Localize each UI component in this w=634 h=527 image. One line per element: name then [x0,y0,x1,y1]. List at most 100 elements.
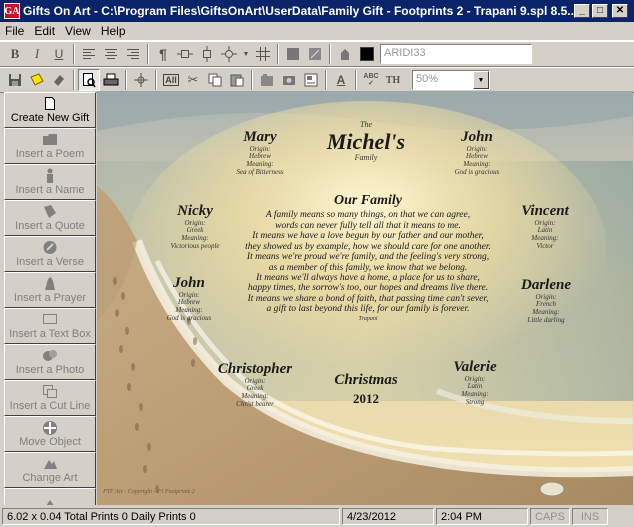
insert-cut-line-label: Insert a Cut Line [9,400,91,412]
underline-button[interactable]: U [48,43,70,65]
photo-edit-icon[interactable] [278,69,300,91]
zoom-dropdown-arrow-icon[interactable]: ▼ [473,71,489,89]
toolbar-separator [277,44,279,64]
cut-icon[interactable]: ✂ [182,69,204,91]
name-block-mary[interactable]: Mary Origin: Hebrew Meaning: Sea of Bitt… [235,129,285,176]
move-object-button[interactable]: Move Object [4,416,96,452]
caps-indicator: CAPS [530,508,570,525]
print-icon[interactable] [100,69,122,91]
name-mary: Mary [243,129,277,145]
name-block-nicky[interactable]: Nicky Origin: Greek Meaning: Victorious … [163,203,227,250]
name-block-darlene[interactable]: Darlene Origin: French Meaning: Little d… [517,277,575,324]
name-valerie-meaning: Strong [465,397,485,406]
name-block-john-top[interactable]: John Origin: Hebrew Meaning: God is grac… [446,129,508,176]
layout-icon[interactable] [300,69,322,91]
dropdown-arrow-icon[interactable]: ▼ [240,43,252,65]
toolbar-separator [155,70,157,90]
gift-canvas[interactable]: Mary Origin: Hebrew Meaning: Sea of Bitt… [97,91,633,505]
menu-edit[interactable]: Edit [29,24,60,38]
grid-icon[interactable] [252,43,274,65]
create-new-gift-button[interactable]: Create New Gift [4,92,96,128]
insert-prayer-button[interactable]: Insert a Prayer [4,272,96,308]
position-icon[interactable] [130,69,152,91]
name-block-christopher[interactable]: Christopher Origin: Greek Meaning: Chris… [215,361,295,408]
insert-cut-line-button[interactable]: Insert a Cut Line [4,380,96,416]
insert-verse-button[interactable]: Insert a Verse [4,236,96,272]
insert-verse-label: Insert a Verse [16,256,84,268]
italic-button[interactable]: I [26,43,48,65]
zoom-select[interactable]: 50% ▼ [412,70,490,90]
insert-quote-button[interactable]: Insert a Quote [4,200,96,236]
next-tool-button[interactable] [4,488,96,505]
align-right-icon[interactable] [122,43,144,65]
select-all-button[interactable]: All [160,69,182,91]
center-vertical-icon[interactable] [196,43,218,65]
change-art-button[interactable]: Change Art [4,452,96,488]
thesaurus-button[interactable]: TH [382,69,404,91]
text-color-swatch[interactable] [356,43,378,65]
spell-check-label: ABC [363,73,379,80]
poem-line: It means we share a bond of faith, that … [247,293,489,304]
family-sub: Family [354,152,378,162]
christmas-year: 2012 [353,390,379,406]
zoom-value: 50% [416,73,439,85]
move-icon [42,420,58,436]
date-block[interactable]: Christmas 2012 [326,372,406,406]
font-name-input[interactable]: ARIDI33 [380,44,532,64]
border-icon[interactable] [282,43,304,65]
close-button[interactable]: ✕ [612,4,628,18]
name-block-vincent[interactable]: Vincent Origin: Latin Meaning: Victor [517,203,573,250]
insert-poem-label: Insert a Poem [15,148,85,160]
name-icon [45,168,55,184]
fill-color-icon[interactable] [334,43,356,65]
align-center-icon[interactable] [100,43,122,65]
name-block-valerie[interactable]: Valerie Origin: Latin Meaning: Strong [447,359,503,406]
copy-icon[interactable] [204,69,226,91]
insert-text-box-button[interactable]: Insert a Text Box [4,308,96,344]
title-bar[interactable]: GA Gifts On Art - C:\Program Files\Gifts… [0,0,634,22]
new-page-icon [44,96,56,112]
align-left-icon[interactable] [78,43,100,65]
christmas-title: Christmas [334,372,398,388]
poem-line: It means we have a love begun by our fat… [252,231,484,242]
paint-icon[interactable] [48,69,70,91]
paragraph-button[interactable]: ¶ [152,43,174,65]
menu-help[interactable]: Help [96,24,131,38]
name-vincent: Vincent [521,203,569,219]
toolbar-separator [147,44,149,64]
poem-line: It means we're proud we're family, and t… [246,252,490,263]
insert-text-box-label: Insert a Text Box [9,328,91,340]
insert-name-button[interactable]: Insert a Name [4,164,96,200]
poem-block[interactable]: Our Family A family means so many things… [223,193,513,322]
center-horizontal-icon[interactable] [174,43,196,65]
print-preview-icon[interactable] [78,69,100,91]
font-a-button[interactable]: A [330,69,352,91]
line-style-icon[interactable] [304,43,326,65]
save-icon[interactable] [4,69,26,91]
copyright-text: PTF Art - Copyright - PJ Footprints 2 [103,489,195,495]
properties-icon[interactable] [256,69,278,91]
toolbar-separator [355,70,357,90]
insert-photo-button[interactable]: Insert a Photo [4,344,96,380]
toolbar-separator [73,44,75,64]
spell-check-button[interactable]: ABC ✓ [360,69,382,91]
partial-tool-icon [42,492,58,505]
note-icon[interactable] [26,69,48,91]
menu-view[interactable]: View [60,24,96,38]
paste-icon[interactable] [226,69,248,91]
center-both-icon[interactable] [218,43,240,65]
prayer-icon [42,276,58,292]
minimize-button[interactable]: _ [574,4,590,18]
check-mark-icon: ✓ [368,80,374,87]
menu-bar: File Edit View Help [0,22,634,41]
insert-poem-button[interactable]: Insert a Poem [4,128,96,164]
maximize-button[interactable]: □ [592,4,608,18]
photo-icon [42,348,58,364]
menu-file[interactable]: File [0,24,29,38]
family-title-block[interactable]: The Michel's Family [326,120,406,163]
name-christopher-meaning: Christ bearer [236,399,274,408]
poem-line: they showed us by example, how we should… [245,241,491,252]
bold-button[interactable]: B [4,43,26,65]
name-block-john-left[interactable]: John Origin: Hebrew Meaning: God is grac… [161,275,217,322]
insert-prayer-label: Insert a Prayer [13,292,87,304]
